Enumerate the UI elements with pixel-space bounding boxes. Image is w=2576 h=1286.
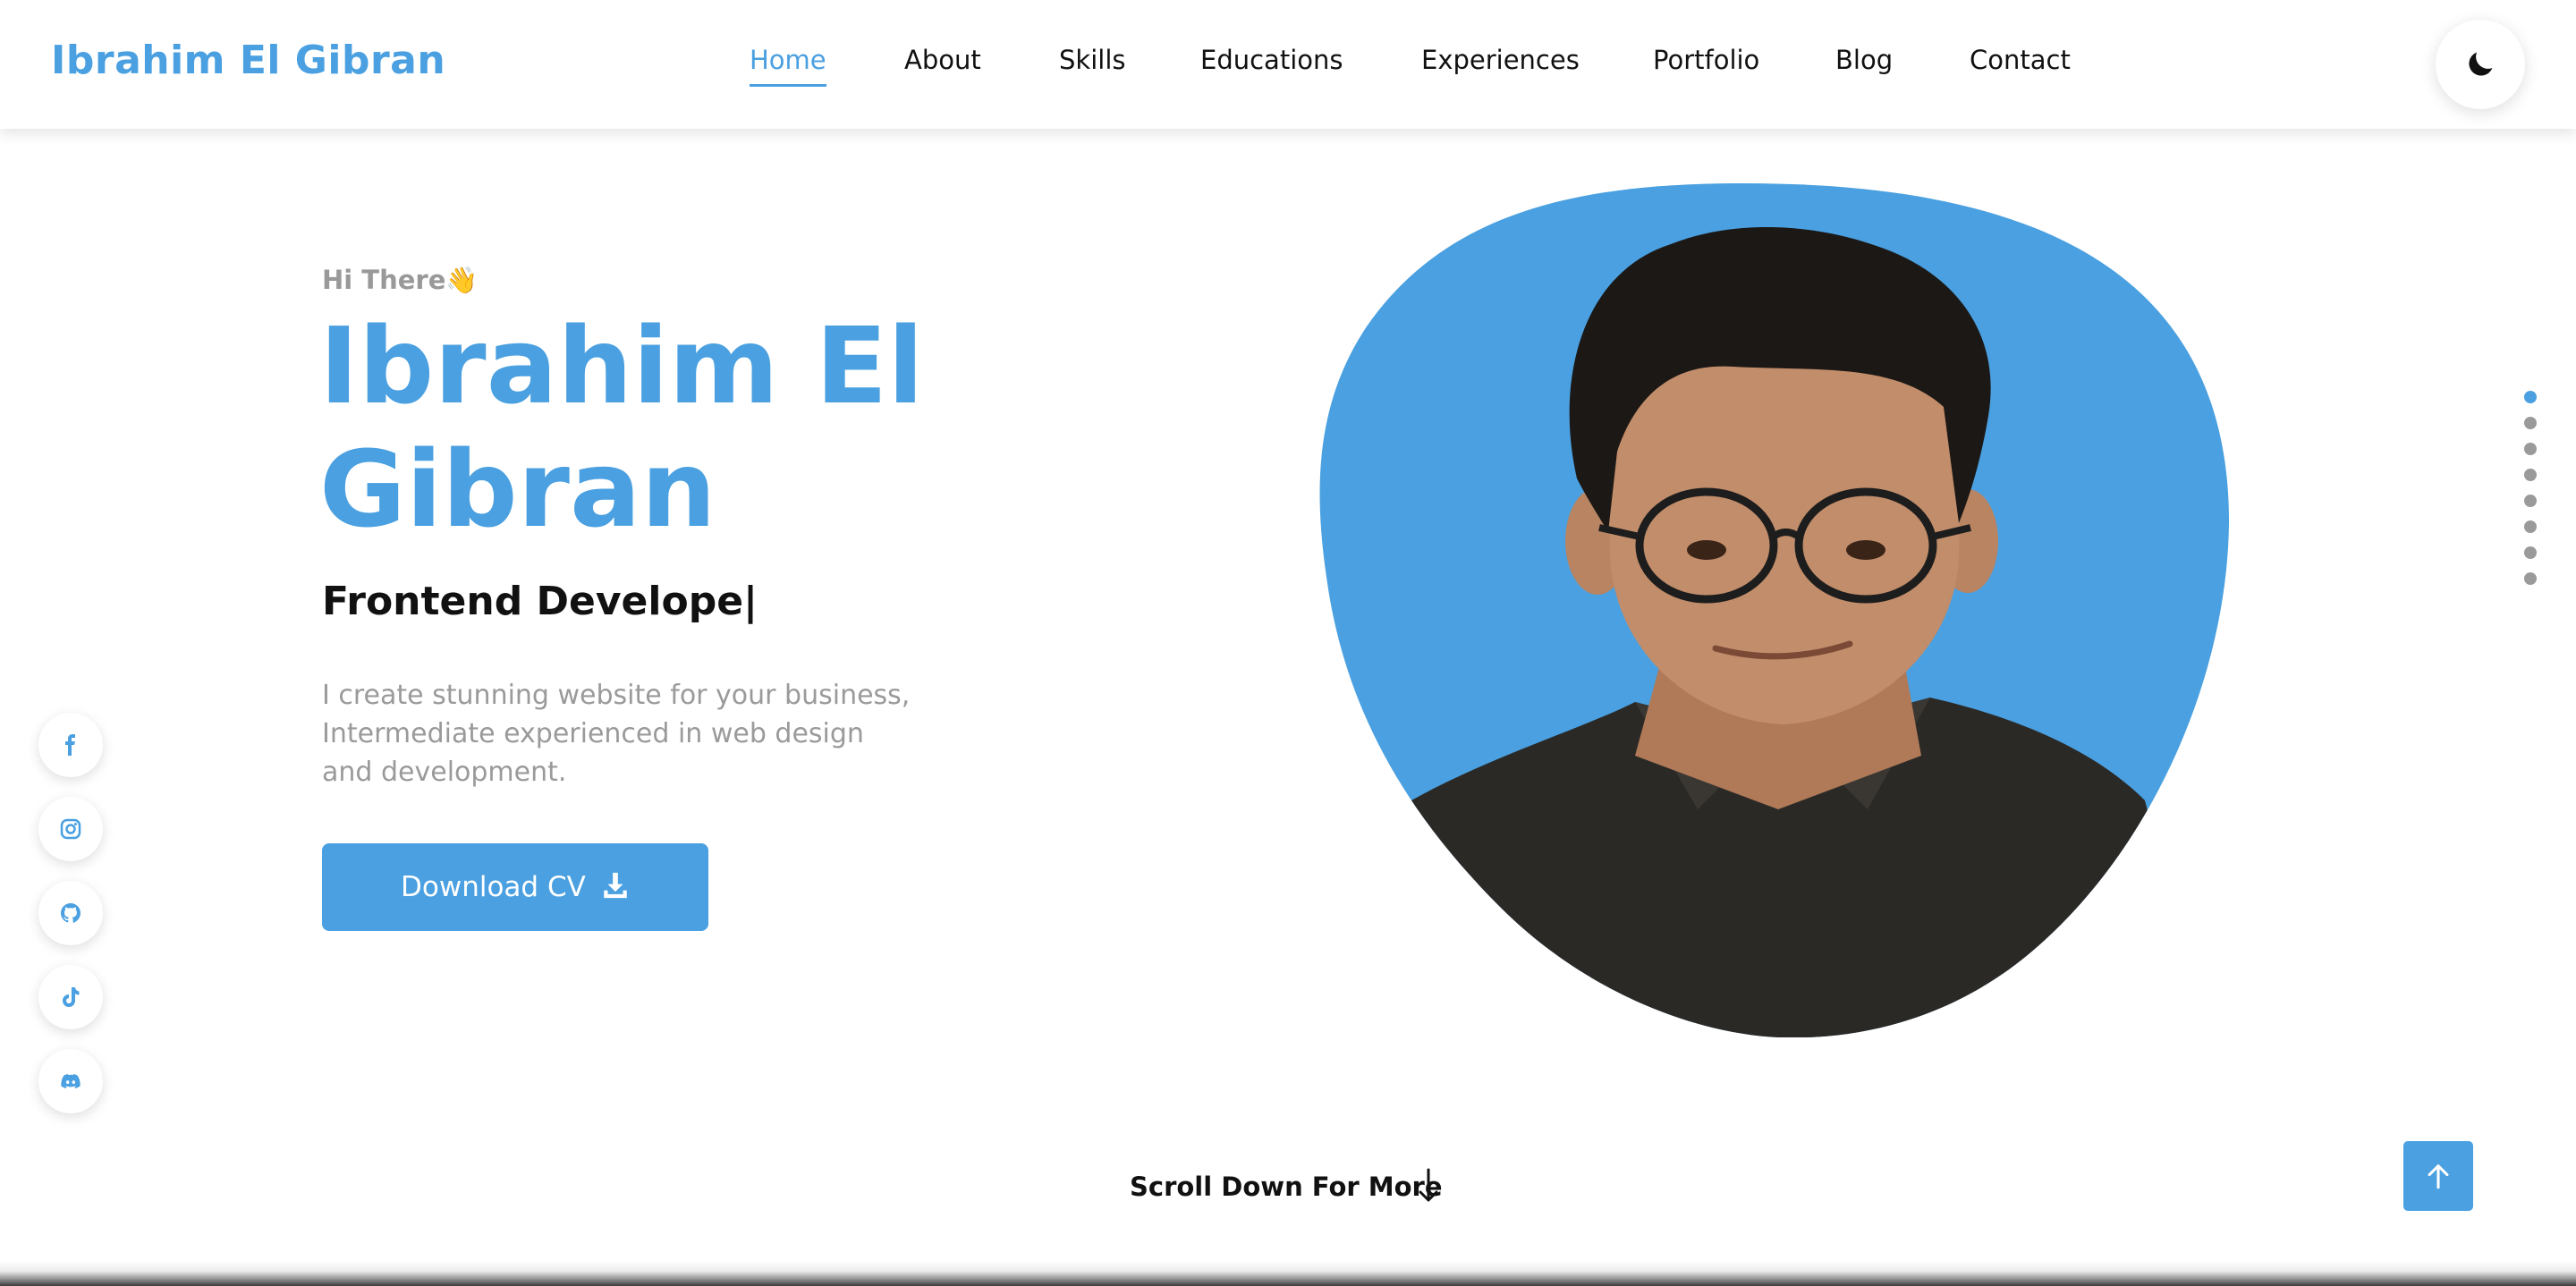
- nav-educations[interactable]: Educations: [1200, 45, 1343, 75]
- facebook-icon: [65, 734, 75, 756]
- site-header: Ibrahim El Gibran Home About Skills Educ…: [0, 0, 2576, 129]
- theme-toggle-button[interactable]: [2436, 20, 2525, 109]
- scroll-down-label: Scroll Down For More: [1130, 1172, 1443, 1202]
- nav-portfolio[interactable]: Portfolio: [1653, 45, 1759, 75]
- facebook-link[interactable]: [38, 713, 103, 777]
- github-icon: [61, 903, 80, 923]
- nav-experiences[interactable]: Experiences: [1421, 45, 1580, 75]
- section-dot-experiences[interactable]: [2524, 495, 2537, 507]
- back-to-top-button[interactable]: [2403, 1141, 2473, 1211]
- tiktok-icon: [63, 987, 80, 1007]
- hero-name-line-2: Gibran: [319, 427, 716, 551]
- section-dot-about[interactable]: [2524, 417, 2537, 429]
- github-link[interactable]: [38, 881, 103, 945]
- download-cv-button[interactable]: Download CV: [322, 843, 708, 931]
- section-dot-skills[interactable]: [2524, 443, 2537, 455]
- hero-description: I create stunning website for your busin…: [322, 680, 911, 788]
- discord-icon: [61, 1074, 80, 1088]
- next-section-edge: [0, 1261, 2576, 1286]
- nav-about[interactable]: About: [904, 45, 981, 75]
- section-dot-educations[interactable]: [2524, 469, 2537, 481]
- profile-photo: [1319, 183, 2229, 1037]
- hero-name: Ibrahim El Gibran: [319, 304, 963, 551]
- nav-blog[interactable]: Blog: [1835, 45, 1893, 75]
- site-brand[interactable]: Ibrahim El Gibran: [51, 38, 445, 83]
- hero-name-line-1: Ibrahim El: [319, 304, 924, 427]
- nav-active-underline: [750, 84, 826, 87]
- arrow-down-icon: [1419, 1168, 1438, 1202]
- nav-label: Home: [750, 45, 826, 75]
- tiktok-link[interactable]: [38, 965, 103, 1029]
- download-cv-label: Download CV: [401, 871, 586, 903]
- hero-role-typing: Frontend Develope|: [322, 579, 758, 624]
- section-dot-portfolio[interactable]: [2524, 520, 2537, 533]
- moon-icon: [2469, 52, 2493, 76]
- download-icon: [604, 872, 627, 899]
- section-dot-home[interactable]: [2524, 391, 2537, 403]
- section-dot-contact[interactable]: [2524, 572, 2537, 585]
- hero-greeting: Hi There👋: [322, 265, 479, 295]
- nav-skills[interactable]: Skills: [1059, 45, 1125, 75]
- instagram-icon: [60, 818, 81, 840]
- section-dot-blog[interactable]: [2524, 546, 2537, 559]
- instagram-link[interactable]: [38, 797, 103, 861]
- discord-link[interactable]: [38, 1049, 103, 1113]
- nav-contact[interactable]: Contact: [1970, 45, 2071, 75]
- arrow-up-icon: [2428, 1164, 2449, 1189]
- nav-home[interactable]: Home: [750, 45, 826, 87]
